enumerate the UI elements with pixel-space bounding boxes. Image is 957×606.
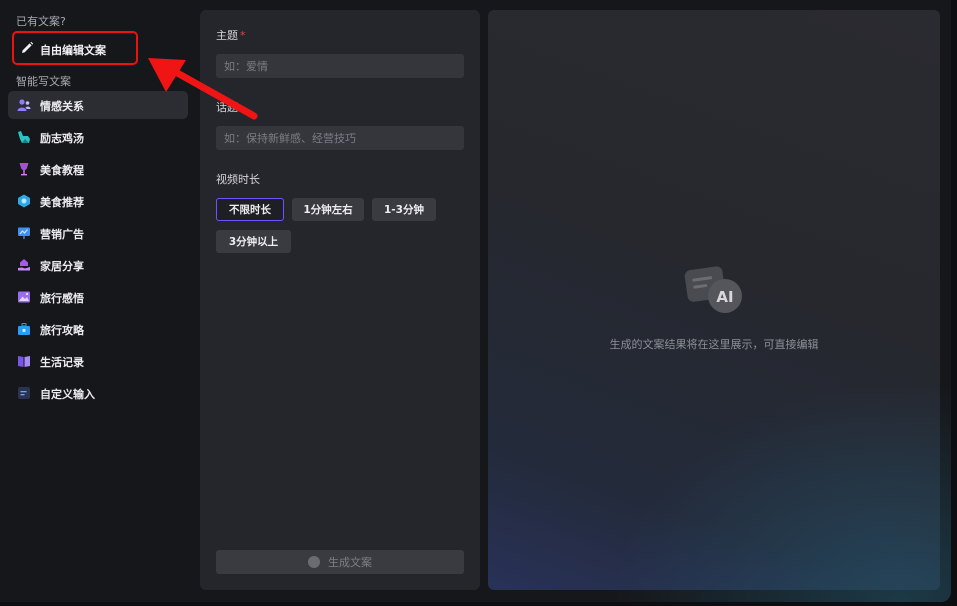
- sidebar-item-label: 旅行感悟: [40, 292, 84, 305]
- free-edit-copy-label: 自由编辑文案: [40, 44, 106, 57]
- presentation-board-icon: [18, 227, 30, 239]
- muscle-arm-icon: [18, 131, 30, 143]
- duration-label: 视频时长: [216, 173, 260, 186]
- result-placeholder-text: 生成的文案结果将在这里展示，可直接编辑: [609, 338, 819, 351]
- ai-badge-text: AI: [716, 288, 733, 306]
- sidebar-item-travel-thoughts[interactable]: 旅行感悟: [8, 283, 188, 311]
- smart-copy-label: 智能写文案: [16, 75, 71, 88]
- sidebar-item-label: 生活记录: [40, 356, 84, 369]
- sidebar-item-food-tutorial[interactable]: 美食教程: [8, 155, 188, 183]
- topic-label-text: 主题: [216, 29, 238, 42]
- ai-document-icon: AI: [684, 266, 742, 313]
- duration-option-over-3-min[interactable]: 3分钟以上: [216, 230, 291, 253]
- text-edit-icon: [18, 387, 30, 399]
- existing-copy-label: 已有文案?: [16, 15, 66, 28]
- duration-option-1-3-min[interactable]: 1-3分钟: [372, 198, 436, 221]
- generate-icon: [308, 556, 320, 568]
- sidebar-item-label: 家居分享: [40, 260, 84, 273]
- sidebar-item-label: 励志鸡汤: [40, 132, 84, 145]
- category-list: 情感关系 励志鸡汤 美食教程 美食推荐 营销广告 家居分享 旅行感悟 旅行攻略 …: [8, 91, 188, 411]
- home-hand-icon: [18, 259, 30, 271]
- pencil-icon: [22, 41, 34, 53]
- topic-label: 主题 *: [216, 27, 246, 43]
- sidebar-item-travel-guide[interactable]: 旅行攻略: [8, 315, 188, 343]
- sidebar-item-label: 美食教程: [40, 164, 84, 177]
- sidebar-item-label: 情感关系: [40, 100, 84, 113]
- sidebar-item-life-record[interactable]: 生活记录: [8, 347, 188, 375]
- duration-option-unlimited[interactable]: 不限时长: [216, 198, 284, 221]
- duration-option-about-1-min[interactable]: 1分钟左右: [292, 198, 364, 221]
- sidebar-item-home-share[interactable]: 家居分享: [8, 251, 188, 279]
- suitcase-icon: [18, 322, 30, 335]
- people-icon: [17, 99, 31, 111]
- wine-glass-icon: [19, 163, 29, 176]
- sidebar-item-label: 营销广告: [40, 228, 84, 241]
- book-open-icon: [18, 356, 30, 367]
- sidebar-item-label: 旅行攻略: [40, 324, 84, 337]
- annotation-arrow-icon: [148, 58, 258, 120]
- free-edit-copy-button[interactable]: 自由编辑文案: [12, 31, 138, 65]
- result-panel: AI 生成的文案结果将在这里展示，可直接编辑: [488, 10, 940, 590]
- sidebar-item-label: 自定义输入: [40, 388, 95, 401]
- generate-copy-label: 生成文案: [328, 556, 372, 569]
- food-badge-icon: [18, 194, 30, 208]
- photo-landscape-icon: [18, 291, 30, 303]
- app-window: 已有文案? 自由编辑文案 智能写文案 情感关系 励志鸡汤 美食教程 美食推荐 营…: [0, 0, 951, 602]
- sidebar-item-label: 美食推荐: [40, 196, 84, 209]
- sidebar-item-food-recommend[interactable]: 美食推荐: [8, 187, 188, 215]
- required-mark: *: [240, 29, 246, 42]
- sidebar-item-marketing-ad[interactable]: 营销广告: [8, 219, 188, 247]
- sidebar-item-custom-input[interactable]: 自定义输入: [8, 379, 188, 407]
- generate-copy-button[interactable]: 生成文案: [216, 550, 464, 574]
